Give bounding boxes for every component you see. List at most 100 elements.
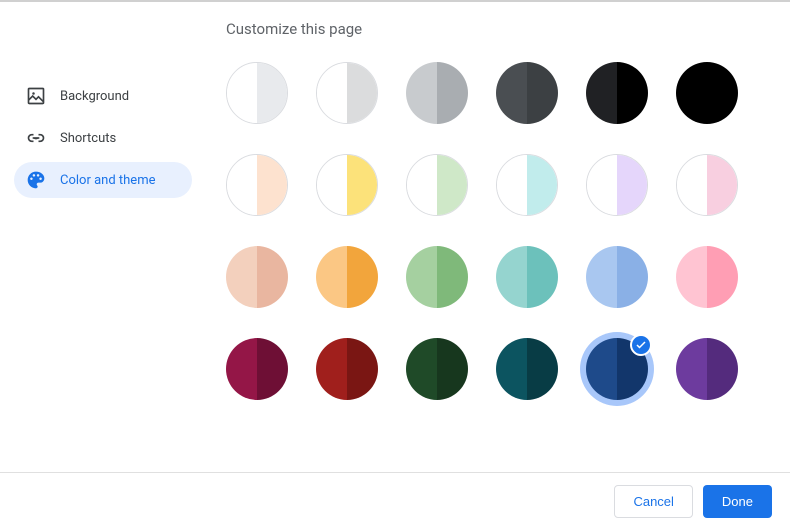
swatch-left-half [406, 246, 437, 308]
color-swatch[interactable] [496, 62, 558, 124]
color-swatch[interactable] [316, 246, 378, 308]
color-swatch[interactable] [496, 246, 558, 308]
sidebar-item-color-theme[interactable]: Color and theme [14, 162, 192, 198]
color-swatch-grid [226, 62, 766, 400]
swatch-right-half [617, 246, 648, 308]
swatch-left-half [226, 338, 257, 400]
color-swatch[interactable] [226, 62, 288, 124]
swatch-left-half [317, 63, 347, 123]
swatch-right-half [617, 62, 648, 124]
link-icon [26, 128, 46, 148]
color-swatch[interactable] [406, 246, 468, 308]
swatch-inner [676, 62, 738, 124]
swatch-inner [676, 246, 738, 308]
swatch-left-half [676, 246, 707, 308]
swatch-inner [586, 62, 648, 124]
background-icon [26, 86, 46, 106]
swatch-left-half [227, 155, 257, 215]
swatch-inner [496, 246, 558, 308]
swatch-inner [496, 154, 558, 216]
swatch-inner [496, 338, 558, 400]
swatch-right-half [437, 338, 468, 400]
color-swatch[interactable] [676, 338, 738, 400]
swatch-inner [226, 154, 288, 216]
swatch-left-half [226, 246, 257, 308]
color-swatch[interactable] [676, 154, 738, 216]
sidebar-item-shortcuts[interactable]: Shortcuts [14, 120, 192, 156]
swatch-inner [676, 154, 738, 216]
customize-dialog: Background Shortcuts [0, 0, 790, 530]
swatch-right-half [617, 155, 647, 215]
swatch-right-half [527, 155, 557, 215]
swatch-inner [586, 154, 648, 216]
swatch-left-half [317, 155, 347, 215]
palette-icon [26, 170, 46, 190]
swatch-left-half [586, 338, 617, 400]
swatch-left-half [586, 246, 617, 308]
color-swatch[interactable] [496, 338, 558, 400]
swatch-right-half [437, 62, 468, 124]
color-swatch[interactable] [226, 338, 288, 400]
color-swatch[interactable] [226, 246, 288, 308]
swatch-right-half [347, 246, 378, 308]
swatch-right-half [347, 63, 377, 123]
swatch-inner [316, 154, 378, 216]
swatch-right-half [347, 155, 377, 215]
swatch-left-half [676, 62, 707, 124]
color-swatch[interactable] [316, 338, 378, 400]
color-swatch[interactable] [496, 154, 558, 216]
color-swatch[interactable] [316, 62, 378, 124]
sidebar-item-label: Color and theme [60, 173, 156, 188]
swatch-inner [676, 338, 738, 400]
color-swatch[interactable] [406, 62, 468, 124]
dialog-footer: Cancel Done [0, 472, 790, 530]
swatch-left-half [227, 63, 257, 123]
color-swatch[interactable] [406, 338, 468, 400]
color-swatch[interactable] [676, 246, 738, 308]
swatch-right-half [257, 338, 288, 400]
swatch-right-half [707, 246, 738, 308]
swatch-left-half [587, 155, 617, 215]
swatch-inner [496, 62, 558, 124]
swatch-right-half [707, 62, 738, 124]
swatch-left-half [316, 246, 347, 308]
color-swatch[interactable] [586, 338, 648, 400]
color-swatch[interactable] [226, 154, 288, 216]
swatch-inner [406, 62, 468, 124]
cancel-button[interactable]: Cancel [614, 485, 692, 518]
swatch-left-half [676, 338, 707, 400]
swatch-right-half [527, 246, 558, 308]
sidebar-item-label: Background [60, 89, 129, 104]
swatch-inner [226, 246, 288, 308]
sidebar-item-background[interactable]: Background [14, 78, 192, 114]
swatch-inner [406, 338, 468, 400]
sidebar-item-label: Shortcuts [60, 131, 116, 146]
check-icon [630, 334, 652, 356]
color-swatch[interactable] [586, 154, 648, 216]
swatch-right-half [437, 246, 468, 308]
sidebar: Background Shortcuts [0, 20, 200, 472]
swatch-left-half [677, 155, 707, 215]
done-button[interactable]: Done [703, 485, 772, 518]
color-swatch[interactable] [406, 154, 468, 216]
color-swatch[interactable] [316, 154, 378, 216]
swatch-right-half [257, 246, 288, 308]
swatch-inner [406, 246, 468, 308]
dialog-body: Background Shortcuts [0, 2, 790, 472]
swatch-left-half [496, 62, 527, 124]
color-swatch[interactable] [586, 62, 648, 124]
swatch-left-half [406, 62, 437, 124]
swatch-left-half [586, 62, 617, 124]
swatch-left-half [496, 246, 527, 308]
color-swatch[interactable] [676, 62, 738, 124]
swatch-right-half [257, 155, 287, 215]
swatch-right-half [257, 63, 287, 123]
main-panel: Customize this page [200, 20, 790, 472]
swatch-inner [226, 338, 288, 400]
swatch-inner [316, 246, 378, 308]
swatch-inner [586, 246, 648, 308]
swatch-inner [406, 154, 468, 216]
dialog-title: Customize this page [226, 20, 766, 38]
swatch-left-half [406, 338, 437, 400]
color-swatch[interactable] [586, 246, 648, 308]
